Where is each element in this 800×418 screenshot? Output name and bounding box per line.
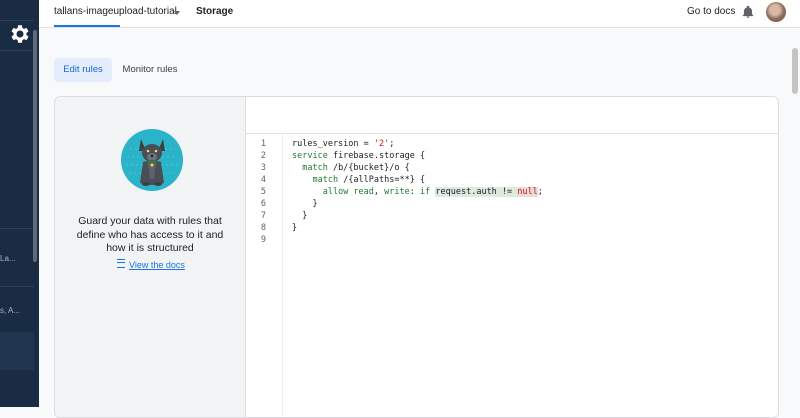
project-underline	[54, 25, 120, 27]
project-selector[interactable]: tallans-imageupload-tutorial	[54, 6, 177, 17]
line-number: 2	[260, 151, 266, 161]
rules-help-message: Guard your data with rules that define w…	[76, 215, 224, 254]
view-docs-label[interactable]: View the docs	[129, 260, 185, 270]
avatar[interactable]	[766, 2, 786, 22]
top-bar: tallans-imageupload-tutorial Storage Go …	[39, 0, 800, 28]
sidebar-item-1[interactable]: La...	[0, 254, 16, 263]
sidebar-divider	[0, 50, 34, 51]
rules-code-editor[interactable]: 1 2 3 4 5 6 7 8 9 rules_version = '2'; s…	[246, 134, 778, 417]
breadcrumb: Storage	[196, 6, 234, 17]
go-to-docs-link[interactable]: Go to docs	[687, 6, 735, 17]
tab-monitor-rules[interactable]: Monitor rules	[116, 58, 184, 82]
chevron-down-icon[interactable]	[174, 11, 180, 15]
sidebar-divider	[0, 286, 34, 287]
sidebar-item-active[interactable]	[0, 332, 34, 370]
page-scrollbar[interactable]	[792, 48, 798, 94]
sidebar-divider	[0, 20, 34, 21]
tab-edit-rules[interactable]: Edit rules	[54, 58, 112, 82]
editor-toolbar	[246, 97, 778, 134]
code-line-1[interactable]: rules_version = '2';	[292, 139, 394, 149]
line-number: 4	[260, 175, 266, 185]
bell-icon[interactable]	[741, 4, 755, 20]
line-number: 7	[260, 211, 266, 221]
code-line-7[interactable]: }	[292, 211, 307, 221]
mascot-dog-icon	[121, 129, 183, 191]
rules-card: Guard your data with rules that define w…	[54, 96, 779, 418]
sidebar-divider	[0, 228, 34, 229]
code-line-8[interactable]: }	[292, 223, 297, 233]
sidebar-scrollbar[interactable]	[33, 30, 37, 262]
code-line-5[interactable]: allow read, write: if request.auth != nu…	[292, 187, 543, 197]
line-number: 6	[260, 199, 266, 209]
code-line-6[interactable]: }	[292, 199, 317, 209]
code-line-4[interactable]: match /{allPaths=**} {	[292, 175, 425, 185]
docs-icon	[117, 259, 125, 268]
line-number: 8	[260, 223, 266, 233]
rules-help-panel: Guard your data with rules that define w…	[55, 97, 246, 417]
view-docs-link[interactable]: View the docs	[117, 259, 185, 270]
line-number-gutter: 1 2 3 4 5 6 7 8 9	[246, 134, 283, 417]
line-number: 5	[260, 187, 266, 197]
sidebar-item-2[interactable]: s, A...	[0, 306, 20, 315]
gear-icon[interactable]	[8, 22, 32, 46]
line-number: 9	[260, 235, 266, 245]
code-line-2[interactable]: service firebase.storage {	[292, 151, 425, 161]
line-number: 1	[260, 139, 266, 149]
sidebar: La... s, A...	[0, 0, 39, 407]
line-number: 3	[260, 163, 266, 173]
code-line-3[interactable]: match /b/{bucket}/o {	[292, 163, 409, 173]
